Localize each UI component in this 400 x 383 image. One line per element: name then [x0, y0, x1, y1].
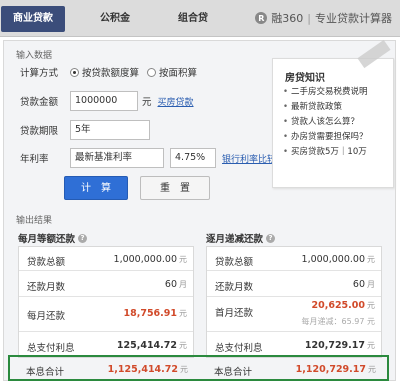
total-unit: 元: [180, 365, 188, 374]
value-unit: 元: [367, 341, 375, 350]
decreasing-payment-total-row: 本息合计 1,120,729.17 元: [206, 362, 382, 380]
value-text: 125,414.72: [116, 340, 177, 351]
knowledge-item[interactable]: 最新贷款政策: [283, 100, 368, 115]
total-value-text: 1,120,729.17: [295, 364, 366, 375]
value-text: 1,000,000.00: [113, 254, 177, 265]
total-value: 1,125,414.72 元: [108, 364, 188, 375]
row-value: 20,625.00 元: [312, 300, 376, 311]
decreasing-payment-table: 贷款总额 1,000,000.00 元 还款月数 60 月 首月还款 20,625.…: [206, 246, 382, 358]
loan-amount-row: 贷款金额 1000000 元 买房贷款: [20, 91, 194, 111]
equal-payment-title-text: 每月等额还款: [18, 234, 76, 245]
knowledge-item[interactable]: 买房贷款5万｜10万: [283, 145, 368, 160]
brand-logo-icon: R: [255, 12, 268, 24]
radio-unselected-icon: [147, 67, 157, 77]
radio-selected-icon: [70, 67, 79, 77]
loan-term-select[interactable]: 5年: [70, 120, 150, 140]
row-value: 18,756.91 元: [124, 308, 188, 319]
tab-combined-loan[interactable]: 组合贷: [168, 7, 218, 31]
decreasing-payment-title: 逐月递减还款 ?: [206, 231, 276, 245]
value-text: 120,729.17: [304, 340, 365, 351]
row-label: 每月还款: [27, 311, 66, 322]
tab-provident-fund[interactable]: 公积金: [90, 7, 140, 31]
row-value: 125,414.72 元: [117, 340, 187, 351]
loan-term-label: 贷款期限: [20, 126, 59, 137]
rate-type-select[interactable]: 最新基准利率: [70, 148, 164, 168]
value-text: 60: [164, 279, 177, 290]
decreasing-payment-title-text: 逐月递减还款: [206, 234, 264, 245]
loan-amount-label: 贷款金额: [20, 97, 59, 108]
loan-amount-input[interactable]: 1000000: [70, 91, 138, 111]
knowledge-title: 房贷知识: [285, 73, 325, 84]
total-label: 本息合计: [214, 367, 253, 378]
brand-separator: |: [307, 11, 311, 25]
total-unit: 元: [368, 365, 376, 374]
value-unit: 元: [179, 341, 187, 350]
equal-payment-total-row: 本息合计 1,125,414.72 元: [18, 362, 194, 380]
loan-amount-unit: 元: [142, 97, 152, 108]
reset-button[interactable]: 重 置: [140, 176, 210, 200]
value-unit: 月: [367, 280, 375, 289]
top-tab-bar: 商业贷款 公积金 组合贷 R 融360 | 专业贷款计算器: [0, 0, 400, 37]
knowledge-item[interactable]: 二手房交易税费说明: [283, 85, 368, 100]
value-text: 20,625.00: [311, 300, 366, 311]
buy-home-loan-link[interactable]: 买房贷款: [158, 95, 194, 108]
value-text: 60: [352, 279, 365, 290]
row-label: 首月还款: [215, 308, 254, 319]
rate-label: 年利率: [20, 154, 49, 165]
radio-by-area-label: 按面积算: [159, 68, 198, 79]
rate-row: 年利率 最新基准利率 4.75% 银行利率比较: [20, 148, 276, 168]
table-row: 贷款总额 1,000,000.00 元: [19, 247, 193, 271]
help-icon[interactable]: ?: [78, 233, 88, 243]
table-row: 首月还款 20,625.00 元 每月递减：65.97 元: [207, 297, 381, 332]
brand-tagline: 专业贷款计算器: [315, 12, 392, 25]
calc-method-row: 计算方式 按贷款额度算 按面积算: [20, 65, 205, 79]
row-value: 120,729.17 元: [305, 340, 375, 351]
table-row: 还款月数 60 月: [19, 271, 193, 297]
value-text: 18,756.91: [123, 308, 178, 319]
bank-rate-compare-link[interactable]: 银行利率比较: [222, 152, 276, 165]
row-label: 还款月数: [27, 282, 66, 293]
knowledge-item[interactable]: 办房贷需要担保吗？: [283, 130, 368, 145]
monthly-decrease-note: 每月递减：65.97 元: [301, 317, 375, 326]
value-unit: 元: [179, 255, 187, 264]
row-label: 总支付利息: [27, 343, 75, 354]
total-label: 本息合计: [26, 367, 65, 378]
mortgage-knowledge-card: 房贷知识 二手房交易税费说明 最新贷款政策 贷款人该怎么算？ 办房贷需要担保吗？…: [272, 58, 394, 188]
row-value: 1,000,000.00 元: [302, 254, 375, 265]
row-label: 总支付利息: [215, 343, 263, 354]
radio-by-amount-label: 按贷款额度算: [82, 68, 140, 79]
calculate-button[interactable]: 计 算: [64, 176, 128, 200]
row-value: 1,000,000.00 元: [114, 254, 187, 265]
output-section-title: 输出结果: [16, 216, 53, 226]
value-unit: 元: [367, 255, 375, 264]
row-label: 贷款总额: [27, 257, 66, 268]
help-icon[interactable]: ?: [266, 233, 276, 243]
row-label: 还款月数: [215, 282, 254, 293]
row-label: 贷款总额: [215, 257, 254, 268]
value-unit: 月: [179, 280, 187, 289]
table-row: 贷款总额 1,000,000.00 元: [207, 247, 381, 271]
brand-name: 融360: [271, 12, 304, 25]
row-value: 60 月: [165, 279, 187, 290]
total-value-text: 1,125,414.72: [107, 364, 178, 375]
calc-method-label: 计算方式: [20, 68, 59, 79]
table-row: 每月还款 18,756.91 元: [19, 297, 193, 332]
input-section-title: 输入数据: [16, 51, 53, 61]
radio-by-amount[interactable]: 按贷款额度算: [70, 65, 139, 79]
rate-percent-input[interactable]: 4.75%: [170, 148, 216, 168]
value-unit: 元: [367, 301, 375, 310]
table-row: 还款月数 60 月: [207, 271, 381, 297]
knowledge-item[interactable]: 贷款人该怎么算？: [283, 115, 368, 130]
equal-payment-title: 每月等额还款 ?: [18, 231, 88, 245]
row-value: 60 月: [353, 279, 375, 290]
brand: R 融360 | 专业贷款计算器: [255, 10, 392, 26]
total-value: 1,120,729.17 元: [296, 364, 376, 375]
equal-payment-table: 贷款总额 1,000,000.00 元 还款月数 60 月 每月还款 18,756.…: [18, 246, 194, 358]
loan-term-row: 贷款期限 5年: [20, 120, 150, 140]
tab-commercial-loan[interactable]: 商业贷款: [1, 6, 65, 32]
value-unit: 元: [179, 309, 187, 318]
radio-by-area[interactable]: 按面积算: [147, 65, 197, 79]
value-text: 1,000,000.00: [301, 254, 365, 265]
